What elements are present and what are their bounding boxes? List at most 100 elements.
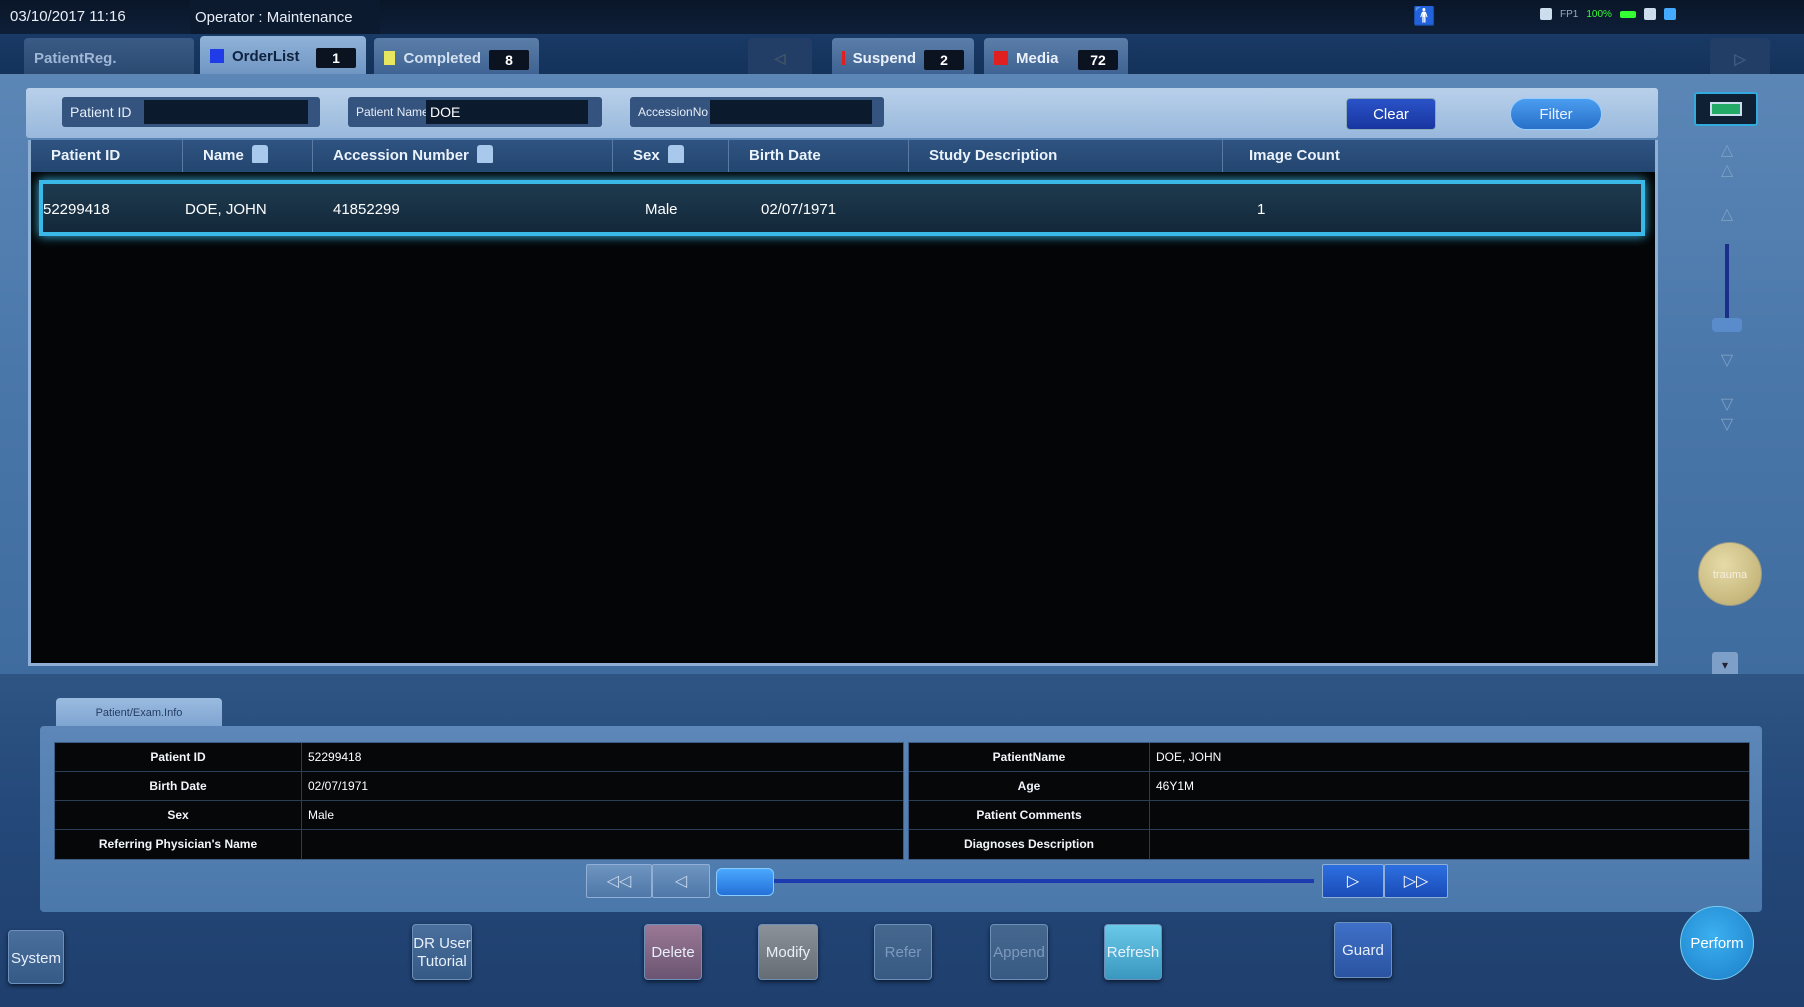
tutorial-label-line2: Tutorial [417, 953, 467, 970]
tab-orderlist[interactable]: OrderList 1 [200, 36, 366, 76]
table-scrollbar[interactable]: △ △ △ ▽ ▽ ▽ [1712, 140, 1742, 440]
cell-image-count: 1 [1257, 201, 1266, 218]
search-bar: Patient ID Patient Name AccessionNo Clea… [26, 88, 1658, 138]
accession-filter-label: AccessionNo [638, 105, 709, 119]
patient-name-filter-label: Patient Name [356, 105, 429, 119]
refresh-button[interactable]: Refresh [1104, 924, 1162, 980]
order-table: Patient ID Name Accession Number Sex Bir… [28, 140, 1658, 666]
trauma-label: trauma [1712, 569, 1748, 581]
accession-input[interactable] [710, 100, 872, 124]
append-button[interactable]: Append [990, 924, 1048, 980]
tab-patient-exam-info[interactable]: Patient/Exam.Info [56, 698, 222, 728]
cell-accession: 41852299 [333, 201, 400, 218]
sort-icon [476, 145, 493, 164]
tab-suspend[interactable]: Suspend 2 [832, 38, 974, 74]
orderlist-count: 1 [316, 48, 356, 68]
refer-button[interactable]: Refer [874, 924, 932, 980]
scroll-thumb[interactable] [1712, 318, 1742, 332]
info-value: Male [301, 801, 903, 830]
trauma-button[interactable]: trauma [1698, 542, 1762, 606]
column-header-label: Sex [633, 147, 660, 164]
guard-button[interactable]: Guard [1334, 922, 1392, 978]
column-header-accession[interactable]: Accession Number [313, 140, 613, 172]
order-list-panel: Patient ID Patient Name AccessionNo Clea… [0, 74, 1804, 674]
tab-patientreg-label: PatientReg. [34, 50, 117, 67]
monitor-icon [1643, 8, 1656, 20]
tab-completed[interactable]: Completed 8 [374, 38, 539, 74]
scroll-up-icon[interactable]: △ [1712, 204, 1742, 224]
column-header-birth-date[interactable]: Birth Date [729, 140, 909, 172]
info-row: Sex Male [55, 801, 903, 830]
cell-sex: Male [645, 201, 678, 218]
column-header-label: Image Count [1249, 147, 1340, 164]
system-button[interactable]: System [8, 930, 64, 984]
column-header-image-count[interactable]: Image Count [1223, 140, 1655, 172]
tab-patientreg[interactable]: PatientReg. [24, 38, 194, 74]
info-value [301, 830, 903, 859]
column-header-label: Birth Date [749, 147, 821, 164]
pager-track[interactable] [774, 879, 1314, 883]
display-toggle-button[interactable] [1694, 92, 1758, 126]
page-up-icon[interactable]: △ △ [1712, 140, 1742, 180]
tab-scroll-left-button[interactable]: ◁ [748, 38, 812, 74]
battery-percent: 100% [1586, 8, 1612, 20]
info-row: PatientName DOE, JOHN [909, 743, 1749, 772]
perform-button[interactable]: Perform [1680, 906, 1754, 980]
operator-label: Operator : Maintenance [190, 0, 380, 34]
prev-page-button[interactable]: ◁ [652, 864, 710, 898]
first-page-button[interactable]: ◁◁ [586, 864, 652, 898]
next-page-button[interactable]: ▷ [1322, 864, 1384, 898]
chevron-right-icon: ▷ [1346, 873, 1360, 890]
chevron-down-icon: ▾ [1721, 658, 1729, 672]
info-value: 52299418 [301, 743, 903, 772]
filter-button[interactable]: Filter [1510, 98, 1602, 130]
cell-patient-id: 52299418 [43, 201, 110, 218]
detector-label: FP1 [1560, 8, 1579, 20]
sort-icon [667, 145, 684, 164]
clear-button[interactable]: Clear [1346, 98, 1436, 130]
column-header-sex[interactable]: Sex [613, 140, 729, 172]
page-down-icon[interactable]: ▽ ▽ [1712, 394, 1742, 434]
tab-media[interactable]: Media 72 [984, 38, 1128, 74]
info-key: Age [1017, 779, 1041, 793]
info-key: Referring Physician's Name [98, 837, 258, 851]
cell-name: DOE, JOHN [185, 201, 267, 218]
last-page-button[interactable]: ▷▷ [1384, 864, 1448, 898]
info-value [1149, 830, 1749, 859]
person-icon: 🚹 [1413, 6, 1436, 26]
info-row: Referring Physician's Name [55, 830, 903, 859]
chevron-left-icon: ◁ [774, 50, 786, 66]
column-header-study-description[interactable]: Study Description [909, 140, 1223, 172]
scroll-track[interactable] [1725, 244, 1729, 318]
tab-scroll-right-button[interactable]: ▷ [1710, 38, 1770, 74]
suspend-color-swatch [842, 51, 845, 65]
info-row: Diagnoses Description [909, 830, 1749, 859]
tutorial-label-line1: DR User [413, 935, 471, 952]
pager-thumb[interactable] [716, 868, 774, 896]
column-header-label: Patient ID [51, 147, 121, 164]
tab-orderlist-label: OrderList [232, 48, 300, 65]
column-header-name[interactable]: Name [183, 140, 313, 172]
accession-filter: AccessionNo [630, 97, 884, 127]
chevron-left-icon: ◁ [674, 873, 688, 890]
modify-button[interactable]: Modify [758, 924, 818, 980]
completed-color-swatch [384, 51, 396, 65]
scroll-down-icon[interactable]: ▽ [1712, 350, 1742, 370]
table-row[interactable]: 52299418 DOE, JOHN 41852299 Male 02/07/1… [39, 180, 1645, 236]
patient-name-input[interactable] [426, 100, 588, 124]
device-status: FP1 100% [1540, 8, 1676, 20]
column-header-patient-id[interactable]: Patient ID [31, 140, 183, 172]
dr-user-tutorial-button[interactable]: DR User Tutorial [412, 924, 472, 980]
network-icon [1663, 8, 1676, 20]
delete-button[interactable]: Delete [644, 924, 702, 980]
patient-id-input[interactable] [144, 100, 308, 124]
double-chevron-right-icon: ▷▷ [1403, 873, 1429, 890]
orderlist-color-swatch [210, 49, 224, 63]
column-header-label: Study Description [929, 147, 1058, 164]
patient-id-filter: Patient ID [62, 97, 320, 127]
patient-info-right-table: PatientName DOE, JOHN Age 46Y1M Patient Co… [908, 742, 1750, 860]
cell-birth-date: 02/07/1971 [761, 201, 837, 218]
battery-icon [1619, 10, 1636, 18]
info-key: Birth Date [149, 779, 207, 793]
info-row: Birth Date 02/07/1971 [55, 772, 903, 801]
